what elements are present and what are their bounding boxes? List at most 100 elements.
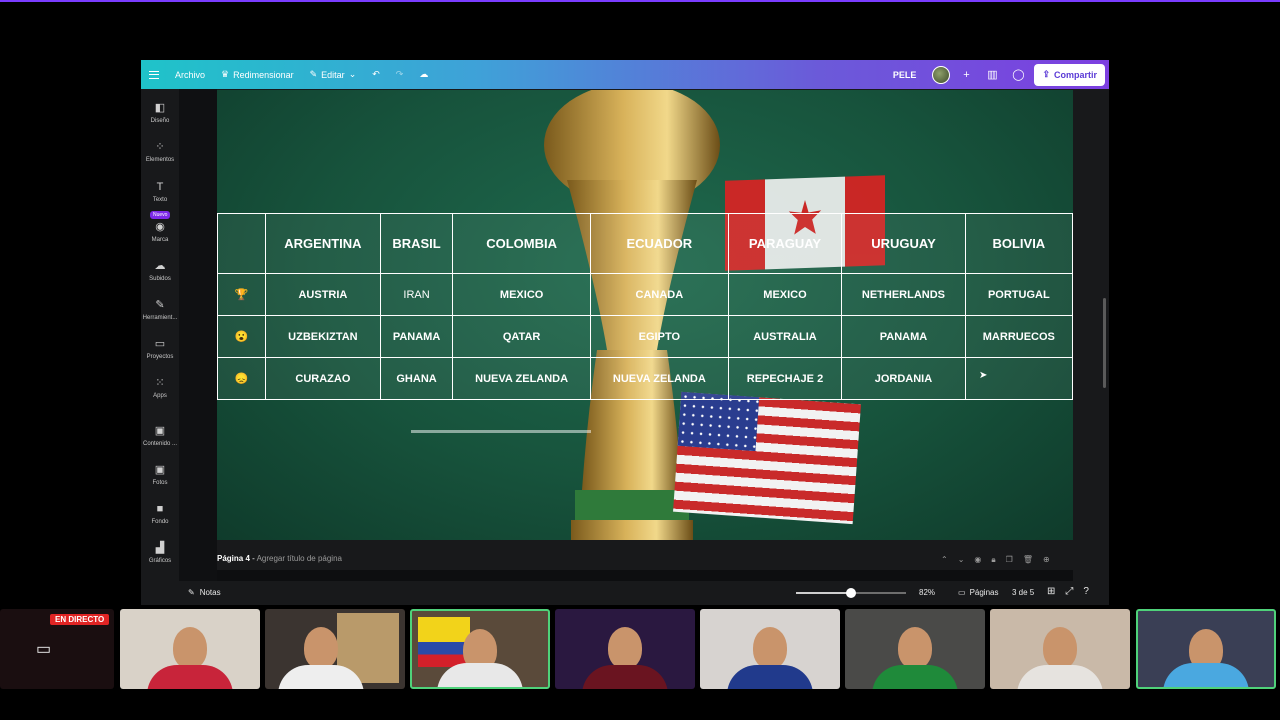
- header-cell[interactable]: ECUADOR: [589, 213, 729, 274]
- user-avatar[interactable]: [932, 65, 951, 84]
- side-panel-collapsed: [179, 89, 217, 605]
- user-name: PELE: [892, 69, 917, 80]
- undo-button[interactable]: ↶: [364, 69, 388, 80]
- table-cell[interactable]: CURAZAO: [265, 357, 381, 400]
- redimensionar-menu[interactable]: ♛ Redimensionar: [213, 69, 302, 80]
- lock-icon[interactable]: 🔒︎: [991, 555, 995, 565]
- sidebar-item-label: Diseño: [150, 118, 170, 124]
- crown-icon: ♛: [221, 69, 230, 79]
- webcam-tile: [120, 609, 260, 689]
- shapes-icon: ⁘: [155, 141, 165, 153]
- table-cell[interactable]: CANADA: [589, 273, 729, 316]
- table-corner-cell[interactable]: [217, 213, 266, 274]
- menu-button[interactable]: [141, 70, 167, 79]
- person-body: [727, 665, 813, 689]
- grid-view-icon[interactable]: ⊞: [1047, 586, 1055, 597]
- comments-button[interactable]: ◯: [1008, 65, 1028, 85]
- table-cell[interactable]: MEXICO: [727, 273, 843, 316]
- table-cell[interactable]: NUEVA ZELANDA: [589, 357, 729, 400]
- person-face: [1043, 627, 1077, 669]
- cloud-save-button[interactable]: ☁: [411, 69, 436, 80]
- design-canvas[interactable]: ARGENTINA BRASIL COLOMBIA ECUADOR PARAGU…: [217, 90, 1073, 540]
- table-cell[interactable]: AUSTRIA: [265, 273, 381, 316]
- sidebar-item-apps[interactable]: ⁙ Apps: [141, 377, 179, 399]
- duplicate-icon[interactable]: ❐: [1006, 555, 1013, 565]
- insights-button[interactable]: ▥: [982, 65, 1002, 85]
- page-separator: -: [249, 554, 257, 563]
- archivo-menu[interactable]: Archivo: [167, 70, 213, 80]
- delete-icon[interactable]: 🗑︎: [1023, 555, 1033, 565]
- groups-table[interactable]: ARGENTINA BRASIL COLOMBIA ECUADOR PARAGU…: [217, 213, 1073, 400]
- trophy-emoji-cell[interactable]: 🏆: [217, 273, 266, 316]
- header-cell[interactable]: PARAGUAY: [727, 213, 843, 274]
- redo-button[interactable]: ↷: [388, 69, 412, 80]
- table-cell[interactable]: GHANA: [379, 357, 454, 400]
- add-page-icon[interactable]: ⊕: [1043, 555, 1050, 565]
- table-cell[interactable]: PORTUGAL: [964, 273, 1073, 316]
- sidebar-item-fotos[interactable]: ▣ Fotos: [141, 464, 179, 486]
- sidebar-item-label: Contenido ...: [142, 441, 178, 447]
- table-cell[interactable]: QATAR: [452, 315, 591, 358]
- pencil-icon: ✎: [309, 69, 318, 79]
- table-cell[interactable]: JORDANIA: [841, 357, 966, 400]
- sidebar-item-marca[interactable]: ◉ Marca: [141, 221, 179, 243]
- chart-icon: ▟: [155, 542, 165, 554]
- share-button[interactable]: ⇪ Compartir: [1034, 63, 1105, 86]
- page-title-bar[interactable]: Página 4 - Agregar título de página: [217, 554, 342, 563]
- surprised-emoji-cell[interactable]: 😮: [217, 315, 266, 358]
- table-cell[interactable]: UZBEKIZTAN: [265, 315, 381, 358]
- sidebar-item-graficos[interactable]: ▟ Gráficos: [141, 542, 179, 564]
- page-count: 3 de 5: [1012, 588, 1035, 597]
- page-title-placeholder[interactable]: Agregar título de página: [257, 554, 342, 563]
- move-down-icon[interactable]: ⌄: [958, 555, 965, 565]
- table-cell[interactable]: NETHERLANDS: [841, 273, 966, 316]
- sidebar-item-label: Herramient...: [142, 315, 178, 321]
- new-badge: Nuevo: [150, 211, 171, 219]
- add-collaborator-button[interactable]: +: [956, 65, 976, 85]
- webcam-tile-active: [410, 609, 550, 689]
- help-icon[interactable]: ?: [1083, 586, 1089, 597]
- header-cell[interactable]: ARGENTINA: [265, 213, 381, 274]
- sidebar-item-texto[interactable]: T Texto: [141, 181, 179, 203]
- sidebar-item-contenido[interactable]: ▣ Contenido ...: [141, 425, 179, 447]
- webcam-tile: [555, 609, 695, 689]
- table-cell[interactable]: PANAMA: [841, 315, 966, 358]
- zoom-level[interactable]: 82%: [919, 588, 935, 597]
- sidebar-item-elementos[interactable]: ⁘ Elementos: [141, 141, 179, 163]
- editar-menu[interactable]: ✎ Editar ⌄: [302, 69, 365, 80]
- person-face: [173, 627, 207, 669]
- zoom-slider-handle[interactable]: [846, 588, 856, 598]
- view-controls: ⊞ ⤢ ?: [1047, 586, 1089, 597]
- sidebar-item-herramientas[interactable]: ✎ Herramient...: [141, 299, 179, 321]
- redimensionar-label: Redimensionar: [233, 69, 294, 80]
- sidebar-item-diseno[interactable]: ◧ Diseño: [141, 102, 179, 124]
- header-cell[interactable]: URUGUAY: [841, 213, 966, 274]
- sad-emoji-cell[interactable]: 😞: [217, 357, 266, 400]
- hide-page-icon[interactable]: ◉: [974, 555, 981, 565]
- table-cell[interactable]: NUEVA ZELANDA: [452, 357, 591, 400]
- header-cell[interactable]: COLOMBIA: [452, 213, 591, 274]
- sidebar-item-subidos[interactable]: ☁ Subidos: [141, 260, 179, 282]
- table-cell[interactable]: REPECHAJE 2: [727, 357, 843, 400]
- move-up-icon[interactable]: ⌃: [941, 555, 948, 565]
- vertical-scrollbar[interactable]: [1103, 298, 1106, 388]
- table-cell[interactable]: AUSTRALIA: [727, 315, 843, 358]
- upload-icon: ⇪: [1042, 69, 1050, 79]
- person-body: [872, 665, 958, 689]
- table-cell[interactable]: EGIPTO: [589, 315, 729, 358]
- table-cell[interactable]: MARRUECOS: [964, 315, 1073, 358]
- notes-button[interactable]: ✎ Notas: [188, 588, 221, 597]
- table-cell[interactable]: PANAMA: [379, 315, 454, 358]
- table-cell[interactable]: MEXICO: [452, 273, 591, 316]
- header-cell[interactable]: BOLIVIA: [964, 213, 1073, 274]
- person-body: [1163, 663, 1249, 687]
- webcam-strip: EN DIRECTO ▭: [0, 609, 1280, 691]
- header-cell[interactable]: BRASIL: [379, 213, 454, 274]
- pages-button[interactable]: ▭ Páginas: [958, 588, 998, 597]
- table-cell[interactable]: IRAN: [379, 273, 454, 316]
- zoom-slider[interactable]: [796, 588, 906, 598]
- sidebar-item-proyectos[interactable]: ▭ Proyectos: [141, 338, 179, 360]
- sidebar-item-fondo[interactable]: ■ Fondo: [141, 503, 179, 525]
- fullscreen-icon[interactable]: ⤢: [1065, 586, 1073, 597]
- webcam-tile: [990, 609, 1130, 689]
